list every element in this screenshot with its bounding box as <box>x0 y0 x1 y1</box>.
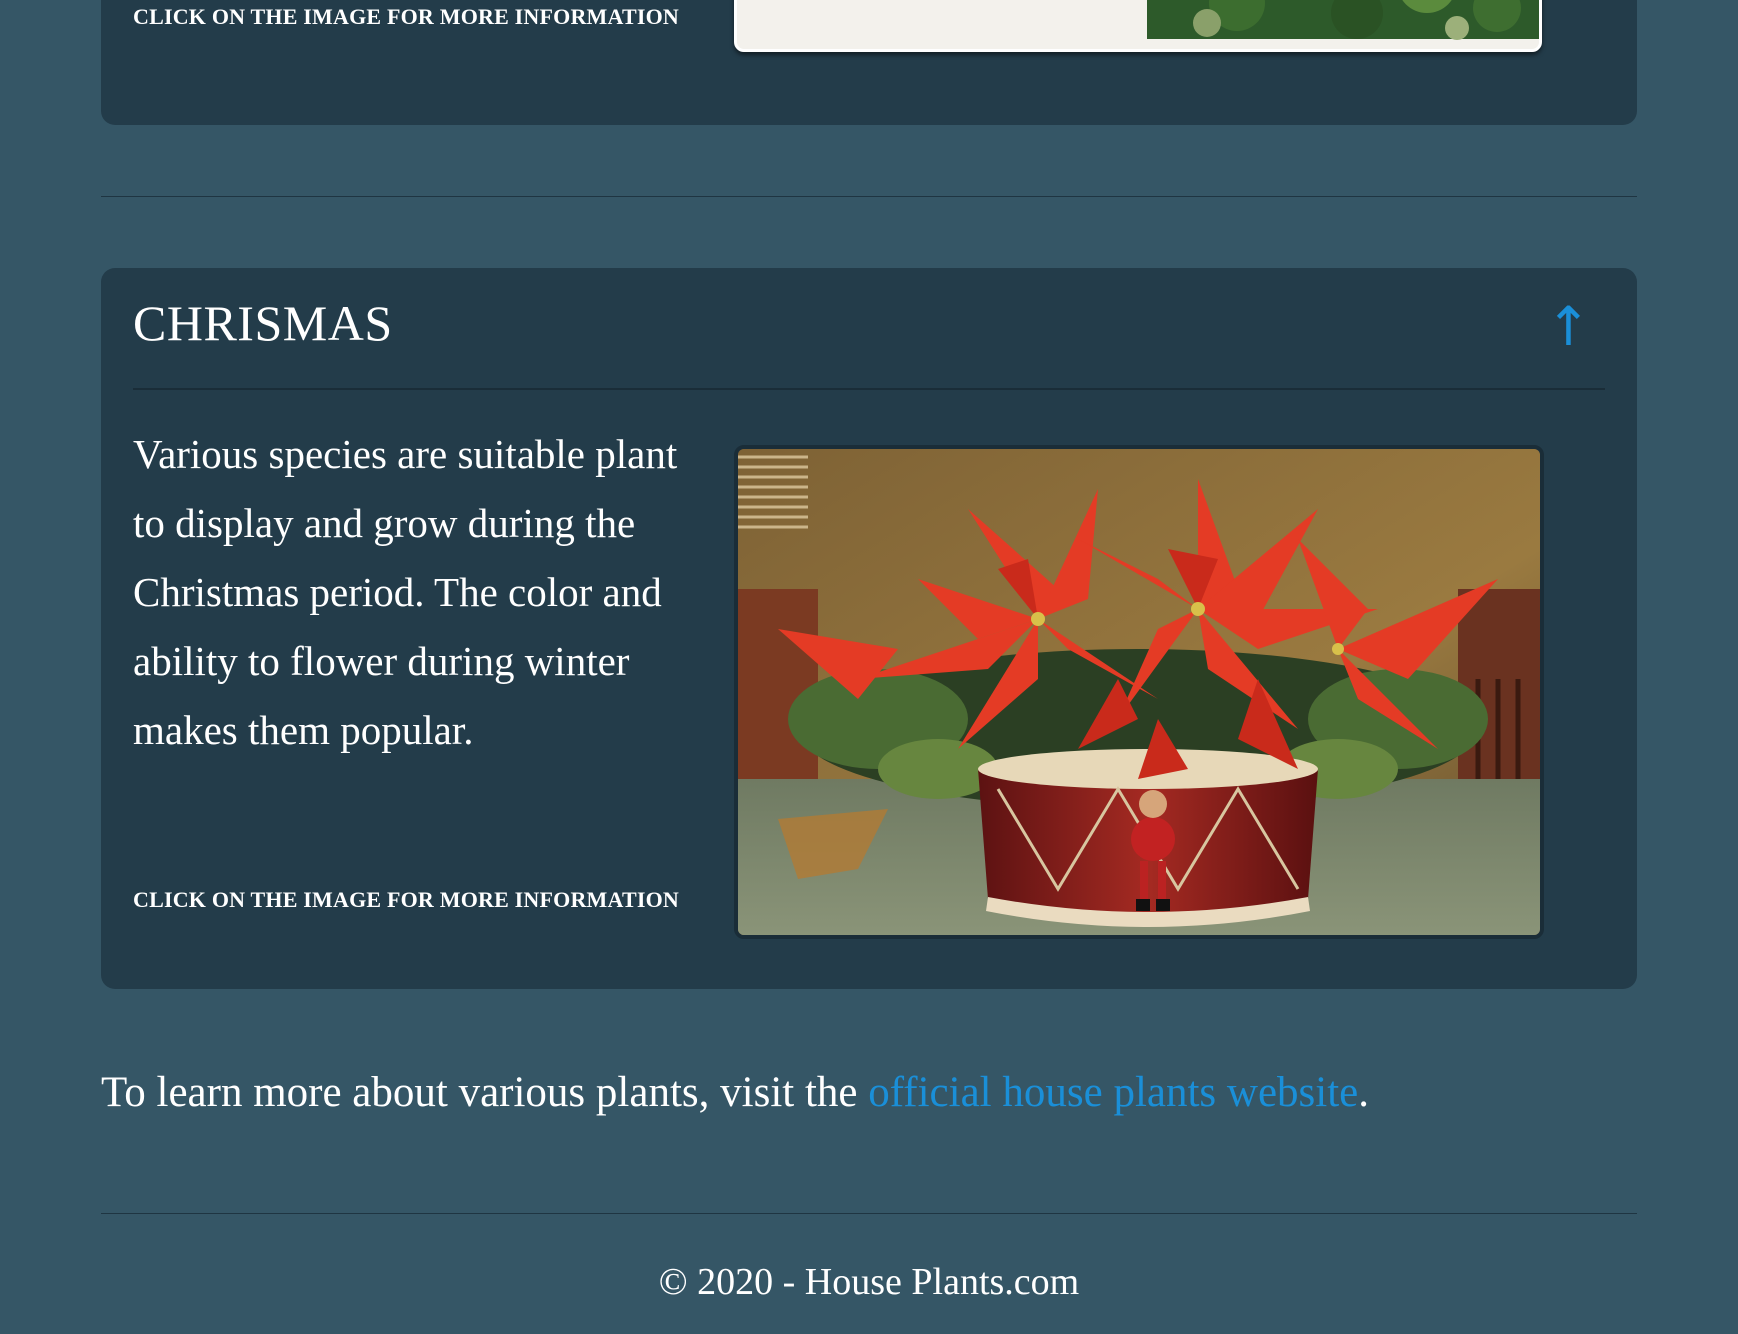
poinsettia-image-link[interactable] <box>734 445 1544 939</box>
christmas-card: CHRISMAS ↑ Various species are suitable … <box>101 268 1637 989</box>
plant-card-previous: CLICK ON THE IMAGE FOR MORE INFORMATION <box>101 0 1637 125</box>
card-divider <box>133 388 1605 390</box>
plant-thumbnail-image[interactable] <box>737 0 1539 49</box>
section-divider <box>101 196 1637 197</box>
back-to-top-arrow-icon[interactable]: ↑ <box>1546 300 1591 354</box>
learn-more-suffix: . <box>1358 1069 1370 1116</box>
footer-copyright: © 2020 - House Plants.com <box>658 1261 1080 1303</box>
learn-more-prefix: To learn more about various plants, visi… <box>101 1069 869 1116</box>
learn-more-text: To learn more about various plants, visi… <box>101 1068 1369 1117</box>
card-description: Various species are suitable plant to di… <box>133 431 678 753</box>
plant-image-previous[interactable] <box>734 0 1542 52</box>
click-info-text: CLICK ON THE IMAGE FOR MORE INFORMATION <box>133 4 680 29</box>
poinsettia-image[interactable] <box>738 449 1540 935</box>
official-website-link[interactable]: official house plants website <box>868 1069 1358 1116</box>
click-info-text: CLICK ON THE IMAGE FOR MORE INFORMATION <box>133 887 680 912</box>
footer-divider <box>101 1213 1637 1214</box>
card-title: CHRISMAS <box>133 295 393 351</box>
